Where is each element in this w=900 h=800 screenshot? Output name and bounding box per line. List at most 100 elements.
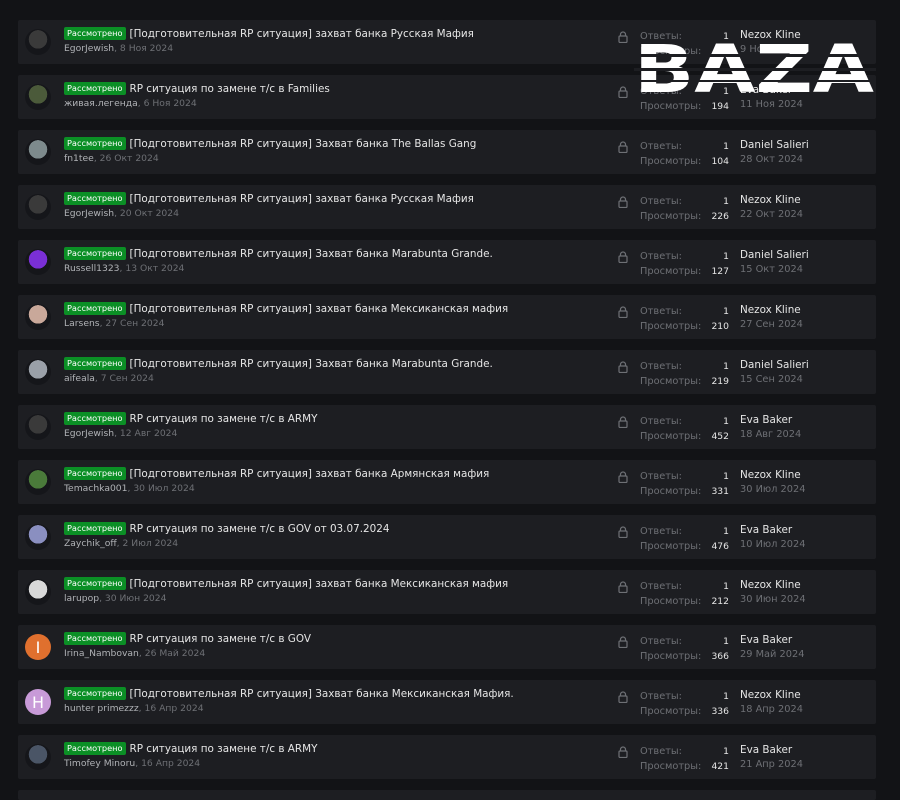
thread-author-link[interactable]: Russell1323 xyxy=(64,263,120,274)
thread-title-link[interactable]: RP ситуация по замене т/с в GOV xyxy=(130,633,311,645)
last-post-user-link[interactable]: Nezox Kline xyxy=(740,579,801,591)
last-post-date[interactable]: 22 Окт 2024 xyxy=(740,209,803,220)
thread-row[interactable]: Рассмотрено [Подготовительная RP ситуаци… xyxy=(18,570,876,614)
thread-row[interactable]: Рассмотрено RP ситуация по замене т/с в … xyxy=(18,405,876,449)
thread-title-link[interactable]: [Подготовительная RP ситуация] захват ба… xyxy=(130,193,474,205)
thread-start-date[interactable]: 12 Авг 2024 xyxy=(120,428,177,439)
status-badge[interactable]: Рассмотрено xyxy=(64,742,126,755)
avatar[interactable] xyxy=(25,84,51,110)
thread-author-link[interactable]: Timofey Minoru xyxy=(64,758,135,769)
thread-start-date[interactable]: 16 Апр 2024 xyxy=(145,703,204,714)
thread-row[interactable]: Рассмотрено [Подготовительная RP ситуаци… xyxy=(18,295,876,339)
status-badge[interactable]: Рассмотрено xyxy=(64,357,126,370)
thread-row[interactable]: Рассмотрено [Подготовительная RP ситуаци… xyxy=(18,240,876,284)
last-post-user-link[interactable]: Eva Baker xyxy=(740,524,792,536)
thread-author-link[interactable]: Temachka001 xyxy=(64,483,127,494)
last-post-user-link[interactable]: Nezox Kline xyxy=(740,304,801,316)
thread-author-link[interactable]: Irina_Nambovan xyxy=(64,648,139,659)
thread-author-link[interactable]: EgorJewish xyxy=(64,428,114,439)
status-badge[interactable]: Рассмотрено xyxy=(64,27,126,40)
thread-author-link[interactable]: живая.легенда xyxy=(64,98,138,109)
avatar[interactable] xyxy=(25,524,51,550)
thread-title-link[interactable]: [Подготовительная RP ситуация] захват ба… xyxy=(130,468,490,480)
thread-author-link[interactable]: fn1tee xyxy=(64,153,94,164)
status-badge[interactable]: Рассмотрено xyxy=(64,192,126,205)
last-post-date[interactable]: 21 Апр 2024 xyxy=(740,759,803,770)
thread-author-link[interactable]: aifeala xyxy=(64,373,95,384)
last-post-user-link[interactable]: Daniel Salieri xyxy=(740,359,809,371)
last-post-user-link[interactable]: Nezox Kline xyxy=(740,194,801,206)
last-post-user-link[interactable]: Eva Baker xyxy=(740,414,792,426)
last-post-date[interactable]: 28 Окт 2024 xyxy=(740,154,803,165)
thread-start-date[interactable]: 30 Июл 2024 xyxy=(133,483,194,494)
thread-title-link[interactable]: [Подготовительная RP ситуация] захват ба… xyxy=(130,303,509,315)
thread-start-date[interactable]: 2 Июл 2024 xyxy=(123,538,179,549)
status-badge[interactable]: Рассмотрено xyxy=(64,82,126,95)
status-badge[interactable]: Рассмотрено xyxy=(64,522,126,535)
thread-start-date[interactable]: 6 Ноя 2024 xyxy=(144,98,197,109)
status-badge[interactable]: Рассмотрено xyxy=(64,687,126,700)
thread-title-link[interactable]: RP ситуация по замене т/с в ARMY xyxy=(130,743,318,755)
thread-start-date[interactable]: 30 Июн 2024 xyxy=(105,593,167,604)
thread-start-date[interactable]: 8 Ноя 2024 xyxy=(120,43,173,54)
last-post-user-link[interactable]: Nezox Kline xyxy=(740,689,801,701)
avatar[interactable] xyxy=(25,194,51,220)
avatar[interactable] xyxy=(25,744,51,770)
status-badge[interactable]: Рассмотрено xyxy=(64,302,126,315)
avatar[interactable] xyxy=(25,414,51,440)
last-post-date[interactable]: 18 Апр 2024 xyxy=(740,704,803,715)
last-post-date[interactable]: 10 Июл 2024 xyxy=(740,539,805,550)
thread-author-link[interactable]: Larsens xyxy=(64,318,100,329)
thread-row[interactable]: Рассмотрено [Подготовительная RP ситуаци… xyxy=(18,350,876,394)
thread-start-date[interactable]: 27 Сен 2024 xyxy=(105,318,164,329)
last-post-date[interactable]: 30 Июн 2024 xyxy=(740,594,806,605)
thread-start-date[interactable]: 13 Окт 2024 xyxy=(125,263,184,274)
thread-start-date[interactable]: 26 Май 2024 xyxy=(145,648,205,659)
thread-title-link[interactable]: [Подготовительная RP ситуация] захват ба… xyxy=(130,28,474,40)
thread-row[interactable]: I Рассмотрено RP ситуация по замене т/с … xyxy=(18,625,876,669)
avatar[interactable] xyxy=(25,469,51,495)
last-post-date[interactable]: 15 Окт 2024 xyxy=(740,264,803,275)
thread-title-link[interactable]: [Подготовительная RP ситуация] Захват ба… xyxy=(130,248,493,260)
thread-title-link[interactable]: [Подготовительная RP ситуация] Захват ба… xyxy=(130,688,514,700)
status-badge[interactable]: Рассмотрено xyxy=(64,412,126,425)
avatar[interactable] xyxy=(25,359,51,385)
status-badge[interactable]: Рассмотрено xyxy=(64,632,126,645)
thread-title-link[interactable]: [Подготовительная RP ситуация] захват ба… xyxy=(130,578,509,590)
thread-author-link[interactable]: Zaychik_off xyxy=(64,538,117,549)
last-post-user-link[interactable]: Eva Baker xyxy=(740,744,792,756)
last-post-user-link[interactable]: Daniel Salieri xyxy=(740,139,809,151)
status-badge[interactable]: Рассмотрено xyxy=(64,247,126,260)
last-post-user-link[interactable]: Eva Baker xyxy=(740,634,792,646)
thread-author-link[interactable]: EgorJewish xyxy=(64,43,114,54)
last-post-date[interactable]: 29 Май 2024 xyxy=(740,649,804,660)
thread-row[interactable]: H Рассмотрено [Подготовительная RP ситуа… xyxy=(18,680,876,724)
thread-title-link[interactable]: RP ситуация по замене т/с в GOV от 03.07… xyxy=(130,523,390,535)
thread-start-date[interactable]: 16 Апр 2024 xyxy=(141,758,200,769)
thread-title-link[interactable]: RP ситуация по замене т/с в ARMY xyxy=(130,413,318,425)
thread-title-link[interactable]: [Подготовительная RP ситуация] Захват ба… xyxy=(130,358,493,370)
status-badge[interactable]: Рассмотрено xyxy=(64,467,126,480)
avatar[interactable] xyxy=(25,139,51,165)
avatar[interactable]: H xyxy=(25,689,51,715)
avatar[interactable]: I xyxy=(25,634,51,660)
thread-row[interactable]: Рассмотрено RP ситуация по замене т/с в … xyxy=(18,515,876,559)
thread-title-link[interactable]: [Подготовительная RP ситуация] Захват ба… xyxy=(130,138,477,150)
status-badge[interactable]: Рассмотрено xyxy=(64,577,126,590)
thread-row[interactable]: Рассмотрено [Подготовительная RP ситуаци… xyxy=(18,185,876,229)
thread-start-date[interactable]: 20 Окт 2024 xyxy=(120,208,179,219)
last-post-date[interactable]: 15 Сен 2024 xyxy=(740,374,803,385)
last-post-date[interactable]: 11 Ноя 2024 xyxy=(740,99,803,110)
thread-author-link[interactable]: EgorJewish xyxy=(64,208,114,219)
thread-author-link[interactable]: hunter primezzz xyxy=(64,703,139,714)
thread-start-date[interactable]: 7 Сен 2024 xyxy=(101,373,154,384)
avatar[interactable] xyxy=(25,304,51,330)
avatar[interactable] xyxy=(25,249,51,275)
last-post-user-link[interactable]: Nezox Kline xyxy=(740,469,801,481)
last-post-date[interactable]: 18 Авг 2024 xyxy=(740,429,801,440)
thread-row[interactable] xyxy=(18,790,876,800)
status-badge[interactable]: Рассмотрено xyxy=(64,137,126,150)
thread-row[interactable]: Рассмотрено [Подготовительная RP ситуаци… xyxy=(18,460,876,504)
last-post-date[interactable]: 27 Сен 2024 xyxy=(740,319,803,330)
thread-row[interactable]: Рассмотрено [Подготовительная RP ситуаци… xyxy=(18,130,876,174)
